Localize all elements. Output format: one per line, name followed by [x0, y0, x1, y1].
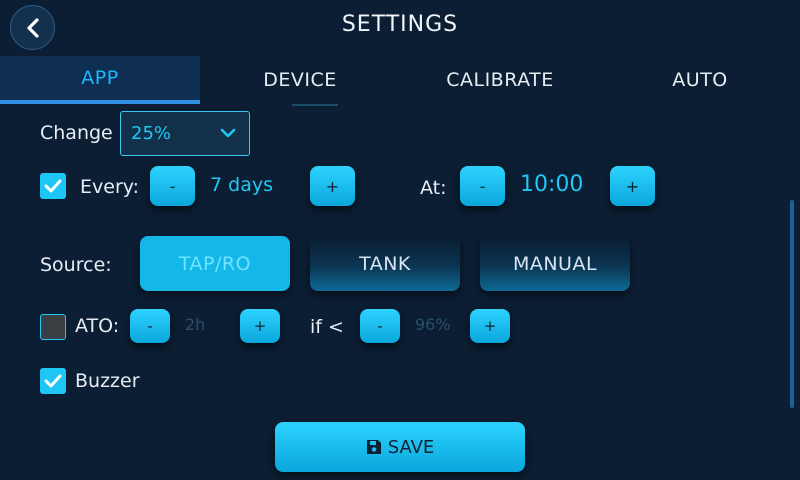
ato-label: ATO:	[75, 315, 120, 337]
checkmark-icon	[44, 374, 62, 388]
tab-auto[interactable]: AUTO	[600, 56, 800, 104]
threshold-value: 96%	[415, 315, 451, 334]
change-dropdown[interactable]: 25%	[120, 111, 250, 156]
source-label: Source:	[40, 254, 112, 276]
source-tank-button[interactable]: TANK	[310, 236, 460, 291]
ato-increment-button[interactable]: +	[240, 309, 280, 343]
threshold-decrement-button[interactable]: -	[360, 309, 400, 343]
checkmark-icon	[44, 179, 62, 193]
every-value: 7 days	[210, 174, 273, 196]
source-tap-ro-button[interactable]: TAP/RO	[140, 236, 290, 291]
every-increment-button[interactable]: +	[310, 166, 355, 206]
ato-duration-value: 2h	[185, 315, 206, 334]
chevron-down-icon	[220, 128, 236, 138]
at-decrement-button[interactable]: -	[460, 166, 505, 206]
at-time-value: 10:00	[520, 172, 584, 197]
ato-if-label: if <	[310, 316, 344, 338]
change-label: Change	[40, 122, 113, 144]
save-button[interactable]: SAVE	[275, 422, 525, 472]
tab-app[interactable]: APP	[0, 56, 200, 104]
at-increment-button[interactable]: +	[610, 166, 655, 206]
source-manual-button[interactable]: MANUAL	[480, 236, 630, 291]
tab-device[interactable]: DEVICE	[200, 56, 400, 104]
buzzer-checkbox[interactable]	[40, 368, 66, 394]
page-title: SETTINGS	[341, 12, 459, 37]
save-label: SAVE	[387, 436, 435, 458]
floppy-disk-icon	[366, 440, 381, 454]
every-decrement-button[interactable]: -	[150, 166, 195, 206]
threshold-increment-button[interactable]: +	[470, 309, 510, 343]
tab-calibrate[interactable]: CALIBRATE	[400, 56, 600, 104]
at-label: At:	[420, 177, 447, 199]
scrollbar[interactable]	[790, 200, 794, 408]
change-dropdown-value: 25%	[131, 123, 172, 144]
every-label: Every:	[80, 176, 140, 198]
ato-checkbox[interactable]	[40, 314, 66, 340]
every-checkbox[interactable]	[40, 173, 66, 199]
tab-divider	[292, 104, 338, 106]
ato-decrement-button[interactable]: -	[130, 309, 170, 343]
buzzer-label: Buzzer	[75, 370, 140, 392]
